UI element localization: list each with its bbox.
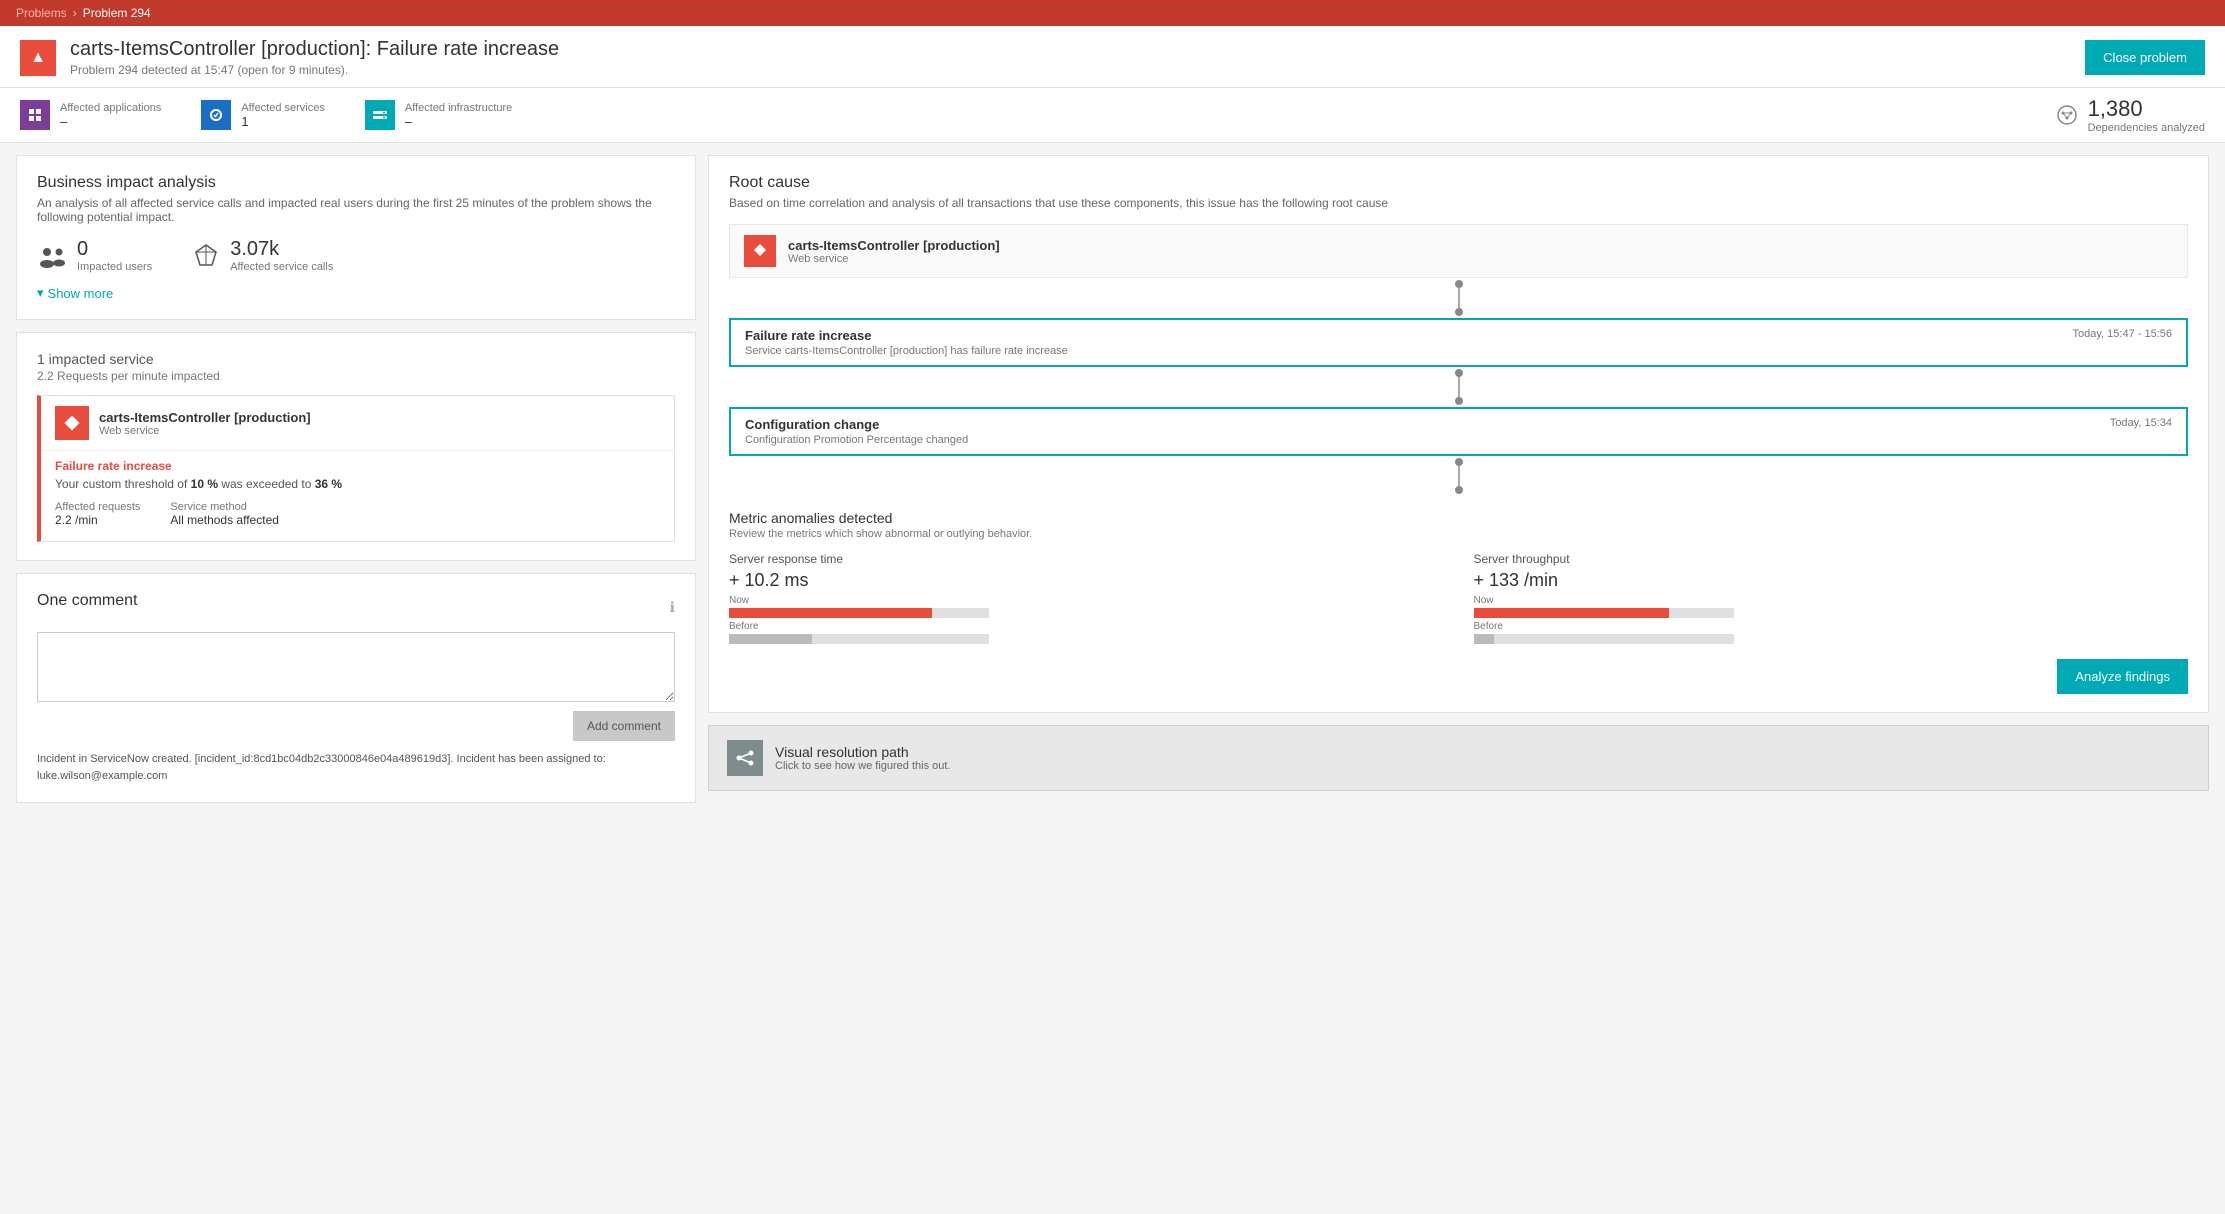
visual-resolution-text: Visual resolution path Click to see how …	[775, 744, 950, 772]
server-throughput-metric: Server throughput + 133 /min Now Before	[1474, 552, 2189, 647]
deps-count-block: 1,380 Dependencies analyzed	[2088, 96, 2205, 134]
resolution-path-icon	[727, 740, 763, 776]
right-panel: Root cause Based on time correlation and…	[708, 155, 2209, 803]
page-header: carts-ItemsController [production]: Fail…	[0, 26, 2225, 88]
analyze-findings-button[interactable]: Analyze findings	[2057, 659, 2188, 694]
failure-rate-event[interactable]: Failure rate increase Today, 15:47 - 15:…	[729, 318, 2188, 367]
left-panel: Business impact analysis An analysis of …	[16, 155, 696, 803]
service-calls-text: 3.07k Affected service calls	[230, 238, 333, 273]
rc-service-info: carts-ItemsController [production] Web s…	[788, 238, 1000, 265]
service-item[interactable]: carts-ItemsController [production] Web s…	[37, 395, 675, 542]
visual-resolution-inner: Visual resolution path Click to see how …	[727, 740, 2190, 776]
root-cause-card: Root cause Based on time correlation and…	[708, 155, 2209, 713]
affected-applications-text: Affected applications –	[60, 102, 161, 129]
business-impact-title: Business impact analysis	[37, 174, 675, 192]
service-detail: Failure rate increase Your custom thresh…	[41, 450, 674, 541]
page-subtitle: Problem 294 detected at 15:47 (open for …	[70, 63, 559, 77]
root-cause-title: Root cause	[729, 174, 2188, 192]
chevron-down-icon: ▾	[37, 285, 44, 301]
affected-services-text: Affected services 1	[241, 102, 325, 129]
service-icon	[55, 406, 89, 440]
config-change-event-header: Configuration change Today, 15:34	[745, 417, 2172, 432]
business-impact-subtitle: An analysis of all affected service call…	[37, 196, 675, 224]
affected-applications: Affected applications –	[20, 100, 161, 130]
timeline-connector-1	[729, 278, 2188, 318]
breadcrumb-current: Problem 294	[83, 6, 151, 20]
page-title: carts-ItemsController [production]: Fail…	[70, 38, 559, 61]
service-info: carts-ItemsController [production] Web s…	[99, 410, 311, 437]
impacted-service-card: 1 impacted service 2.2 Requests per minu…	[16, 332, 696, 561]
analyze-row: Analyze findings	[729, 647, 2188, 694]
service-item-header: carts-ItemsController [production] Web s…	[41, 396, 674, 450]
header-text: carts-ItemsController [production]: Fail…	[70, 38, 559, 77]
affected-services: Affected services 1	[201, 100, 325, 130]
header-left: carts-ItemsController [production]: Fail…	[20, 38, 559, 77]
config-change-event[interactable]: Configuration change Today, 15:34 Config…	[729, 407, 2188, 456]
comment-card: One comment ℹ Add comment Incident in Se…	[16, 573, 696, 803]
metric-anomalies-section: Metric anomalies detected Review the met…	[729, 496, 2188, 694]
threshold-text: Your custom threshold of 10 % was exceed…	[55, 477, 660, 491]
timeline-connector-3	[729, 456, 2188, 496]
server-response-metric: Server response time + 10.2 ms Now Befor…	[729, 552, 1444, 647]
breadcrumb-problems-link[interactable]: Problems	[16, 6, 67, 20]
rc-service-icon	[744, 235, 776, 267]
affected-requests-stat: Affected requests 2.2 /min	[55, 501, 140, 527]
users-icon	[37, 244, 67, 268]
services-icon	[201, 100, 231, 130]
impact-metrics: 0 Impacted users 3.07k Affected service …	[37, 238, 675, 273]
affected-infrastructure: Affected infrastructure –	[365, 100, 512, 130]
failure-rate-event-header: Failure rate increase Today, 15:47 - 15:…	[745, 328, 2172, 343]
comment-header: One comment ℹ	[37, 592, 675, 622]
server-throughput-now-bar: Now	[1474, 595, 2189, 618]
info-icon[interactable]: ℹ	[670, 599, 675, 616]
metrics-grid: Server response time + 10.2 ms Now Befor…	[729, 552, 2188, 647]
breadcrumb-separator: ›	[73, 6, 77, 20]
impacted-service-subtitle: 2.2 Requests per minute impacted	[37, 369, 675, 383]
service-stats: Affected requests 2.2 /min Service metho…	[55, 501, 660, 527]
incident-note: Incident in ServiceNow created. [inciden…	[37, 751, 675, 784]
show-more-button[interactable]: ▾ Show more	[37, 285, 113, 301]
impacted-users-text: 0 Impacted users	[77, 238, 152, 273]
affected-infrastructure-text: Affected infrastructure –	[405, 102, 512, 129]
server-response-now-bar: Now	[729, 595, 1444, 618]
server-response-before-bar: Before	[729, 621, 1444, 644]
rc-service-item[interactable]: carts-ItemsController [production] Web s…	[729, 224, 2188, 278]
root-cause-timeline: carts-ItemsController [production] Web s…	[729, 224, 2188, 694]
dependencies-analyzed: 1,380 Dependencies analyzed	[2056, 96, 2205, 134]
service-method-stat: Service method All methods affected	[170, 501, 279, 527]
warning-icon	[20, 40, 56, 76]
comment-textarea[interactable]	[37, 632, 675, 702]
breadcrumb: Problems › Problem 294	[0, 0, 2225, 26]
impacted-users-metric: 0 Impacted users	[37, 238, 152, 273]
service-calls-icon	[192, 242, 220, 270]
add-comment-button[interactable]: Add comment	[573, 711, 675, 741]
visual-resolution-card[interactable]: Visual resolution path Click to see how …	[708, 725, 2209, 791]
root-cause-subtitle: Based on time correlation and analysis o…	[729, 196, 2188, 210]
applications-icon	[20, 100, 50, 130]
affected-bar: Affected applications – Affected service…	[0, 88, 2225, 143]
affected-service-calls-metric: 3.07k Affected service calls	[192, 238, 333, 273]
business-impact-card: Business impact analysis An analysis of …	[16, 155, 696, 320]
dependencies-icon	[2056, 104, 2078, 126]
timeline-connector-2	[729, 367, 2188, 407]
server-throughput-before-bar: Before	[1474, 621, 2189, 644]
main-content: Business impact analysis An analysis of …	[0, 143, 2225, 815]
infrastructure-icon	[365, 100, 395, 130]
comment-actions: Add comment	[37, 711, 675, 741]
close-problem-button[interactable]: Close problem	[2085, 40, 2205, 75]
comment-title: One comment	[37, 592, 137, 610]
impacted-service-title: 1 impacted service	[37, 351, 675, 367]
